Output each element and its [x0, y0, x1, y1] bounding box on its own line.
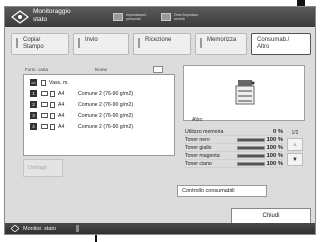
toner-yellow-label: Toner giallo: [185, 145, 212, 151]
tab-consumables-other[interactable]: Consumab./ Altro: [251, 33, 311, 55]
tab-store[interactable]: Memorizza: [195, 33, 247, 55]
triangle-down-icon: ▼: [292, 156, 298, 163]
toner-cyan-label: Toner ciano: [185, 161, 212, 167]
drawer-number: 2: [30, 101, 37, 108]
paper-type: Comune 2 (76-90 g/m2): [78, 112, 134, 119]
recent-settings-button[interactable]: Dest./Impostaz. recenti: [161, 11, 199, 23]
top-bar: Monitoraggio stato Impostazioni personal…: [5, 7, 315, 27]
personal-settings-button[interactable]: Impostazioni personali: [113, 11, 146, 23]
toner-cyan-value: 100 %: [266, 160, 283, 167]
list-item[interactable]: 2 A4 Comune 2 (76-90 g/m2): [30, 100, 170, 109]
bottom-bar: Monitor. stato: [5, 223, 315, 234]
sheet-icon: [50, 90, 55, 97]
list-item[interactable]: 4 A4 Comune 2 (76-90 g/m2): [30, 122, 170, 131]
drawer-number: 1: [30, 90, 37, 97]
tab-send[interactable]: Invio: [73, 33, 129, 55]
toner-black-label: Toner nero: [185, 137, 210, 143]
status-monitor-screen: Monitoraggio stato Impostazioni personal…: [4, 6, 316, 235]
multi-tray-icon: ▭: [30, 79, 37, 86]
status-monitor-label[interactable]: Monitor. stato: [23, 226, 56, 232]
toner-yellow-fill: [238, 147, 264, 149]
other-section-label: Altro: [192, 117, 203, 123]
memory-usage-label: Utilizzo memoria: [185, 129, 224, 135]
tray-icon: [41, 124, 48, 129]
settings-icon: [113, 13, 123, 21]
toner-magenta-value: 100 %: [266, 152, 283, 159]
tray-icon: [41, 91, 48, 96]
tab-copy-print[interactable]: Copia/ Stampo: [11, 33, 69, 55]
page-down-button[interactable]: ▼: [287, 153, 303, 166]
toner-yellow-value: 100 %: [266, 144, 283, 151]
home-icon[interactable]: [11, 10, 29, 24]
screen-title: Monitoraggio stato: [33, 8, 71, 23]
paper-size: A4: [58, 90, 65, 97]
list-item[interactable]: 1 A4 Comune 2 (76-90 g/m2): [30, 89, 170, 98]
paper-source-list: ▭ Vass. m. 1 A4 Comune 2 (76-90 g/m2) 2 …: [23, 74, 175, 156]
triangle-up-icon: ▲: [292, 141, 298, 148]
paper-size: A4: [58, 123, 65, 130]
view-toggle-icon[interactable]: [153, 66, 163, 73]
check-consumables-button[interactable]: Controllo consumabili: [177, 185, 267, 197]
details-button[interactable]: Dettagli: [23, 159, 63, 177]
drawer-number: 4: [30, 123, 37, 130]
toner-magenta-row: Toner magenta 100 %: [183, 152, 283, 160]
sheet-icon: [41, 79, 46, 86]
paper-info-panel: Form. carta Nome ▭ Vass. m. 1 A4 Comune …: [23, 66, 175, 215]
history-icon: [161, 13, 171, 21]
bookmark-icon: [76, 225, 79, 232]
status-monitor-icon[interactable]: [11, 225, 19, 232]
toner-magenta-bar: [237, 154, 265, 158]
tray-icon: [41, 113, 48, 118]
toner-cyan-bar: [237, 162, 265, 166]
device-status-panel: Altro Utilizzo memoria 0 % Toner nero 10…: [183, 65, 309, 185]
recent-settings-label: Dest./Impostaz. recenti: [174, 13, 199, 21]
toner-magenta-label: Toner magenta: [185, 153, 220, 159]
page-up-button[interactable]: ▲: [287, 138, 303, 151]
paper-type: Comune 2 (76-90 g/m2): [78, 90, 134, 97]
toner-black-row: Toner nero 100 %: [183, 136, 283, 144]
name-header: Nome: [95, 67, 108, 72]
paper-type: Comune 2 (76-90 g/m2): [78, 123, 134, 130]
page-indicator: 1/2: [291, 130, 299, 136]
paper-type: Comune 2 (76-90 g/m2): [78, 101, 134, 108]
memory-usage-row: Utilizzo memoria 0 %: [183, 128, 283, 136]
paper-size-header: Form. carta: [25, 67, 49, 72]
sheet-icon: [50, 112, 55, 119]
consumables-status-table: Utilizzo memoria 0 % Toner nero 100 % To…: [183, 128, 283, 168]
toner-black-bar: [237, 138, 265, 142]
paper-size: A4: [58, 112, 65, 119]
sheet-icon: [50, 123, 55, 130]
toner-black-fill: [238, 139, 264, 141]
printer-icon: [235, 80, 255, 105]
close-button[interactable]: Chiudi: [231, 208, 311, 224]
tab-receive[interactable]: Ricezione: [133, 33, 191, 55]
tray-icon: [41, 102, 48, 107]
list-item[interactable]: 3 A4 Comune 2 (76-90 g/m2): [30, 111, 170, 120]
paper-size: A4: [58, 101, 65, 108]
personal-settings-label: Impostazioni personali: [126, 13, 147, 21]
drawer-number: 3: [30, 112, 37, 119]
multi-tray-label: Vass. m.: [49, 79, 69, 86]
toner-black-value: 100 %: [266, 136, 283, 143]
toner-cyan-row: Toner ciano 100 %: [183, 160, 283, 168]
device-image-area: [183, 65, 305, 121]
memory-usage-value: 0 %: [273, 128, 283, 135]
sheet-icon: [50, 101, 55, 108]
pager: 1/2 ▲ ▼: [287, 128, 303, 168]
toner-cyan-fill: [238, 163, 264, 165]
toner-magenta-fill: [238, 155, 264, 157]
toner-yellow-bar: [237, 146, 265, 150]
toner-yellow-row: Toner giallo 100 %: [183, 144, 283, 152]
tab-bar: Copia/ Stampo Invio Ricezione Memorizza …: [11, 33, 311, 57]
list-item[interactable]: ▭ Vass. m.: [30, 78, 170, 87]
